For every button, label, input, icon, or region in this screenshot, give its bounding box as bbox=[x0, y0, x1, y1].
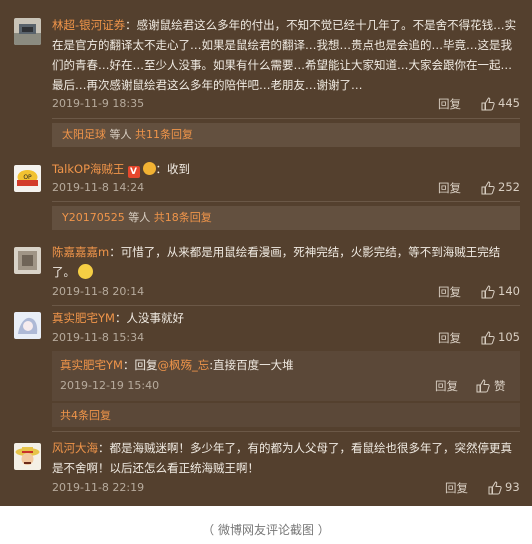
avatar[interactable] bbox=[14, 443, 41, 470]
like-count: 105 bbox=[498, 330, 520, 344]
comment-separator: ： bbox=[125, 18, 137, 32]
comment-username[interactable]: TalkOP海贼王 bbox=[52, 162, 125, 176]
comment-date: 2019-11-8 22:19 bbox=[52, 481, 145, 494]
comment-text-block: TalkOP海贼王 V ：收到 bbox=[52, 159, 520, 179]
nested-reply-button[interactable]: 回复 bbox=[435, 378, 458, 394]
reply-summary-bar[interactable]: Y20170525 等人 共18条回复 bbox=[52, 206, 520, 230]
avatar[interactable] bbox=[14, 312, 41, 339]
reply-summary-middle: 等人 bbox=[106, 128, 135, 141]
thumbs-up-icon[interactable] bbox=[481, 331, 495, 345]
more-replies-link[interactable]: 共4条回复 bbox=[60, 407, 111, 423]
comment-body: 都是海贼迷啊！多少年了，有的都为人父母了，看鼠绘也很多年了，突然停更真是不舍啊！… bbox=[52, 441, 512, 475]
avatar[interactable] bbox=[14, 18, 41, 45]
nested-reply-username[interactable]: 真实肥宅YM bbox=[60, 358, 123, 372]
comment-date: 2019-11-8 14:24 bbox=[52, 181, 145, 194]
comment-username[interactable]: 林超-银河证券 bbox=[52, 18, 125, 32]
verified-v-icon: V bbox=[127, 166, 140, 178]
reply-summary-user[interactable]: 太阳足球 bbox=[62, 128, 106, 141]
reply-summary-user[interactable]: Y20170525 bbox=[62, 211, 125, 224]
comment-username[interactable]: 陈嘉嘉嘉m bbox=[52, 245, 109, 259]
comment-body: 人没事就好 bbox=[126, 311, 184, 325]
divider bbox=[52, 305, 520, 306]
nested-reply-text: 真实肥宅YM：回复@枫殇_忘:直接百度一大堆 bbox=[60, 356, 510, 374]
nested-reply-mention[interactable]: @枫殇_忘 bbox=[157, 358, 209, 372]
like-count: 93 bbox=[505, 480, 520, 494]
thumbs-up-icon[interactable] bbox=[481, 181, 495, 195]
comment-text-block: 陈嘉嘉嘉m：可惜了，从来都是用鼠绘看漫画，死神完结，火影完结，等不到海贼王完结了… bbox=[52, 242, 520, 282]
emoji-icon bbox=[78, 264, 93, 279]
comment-body: 收到 bbox=[167, 162, 191, 176]
comment-date: 2019-11-9 18:35 bbox=[52, 97, 145, 110]
reply-button[interactable]: 回复 bbox=[438, 180, 461, 196]
comment-text-block: 林超-银河证券：感谢鼠绘君这么多年的付出，不知不觉已经十几年了。不是舍不得花钱…… bbox=[52, 15, 520, 95]
divider bbox=[52, 201, 520, 202]
comment-text-block: 风河大海：都是海贼迷啊！多少年了，有的都为人父母了，看鼠绘也很多年了，突然停更真… bbox=[52, 438, 520, 478]
like-count: 252 bbox=[498, 180, 520, 194]
comment-separator: ： bbox=[155, 162, 168, 176]
comment-date: 2019-11-8 15:34 bbox=[52, 331, 145, 344]
like-count: 140 bbox=[498, 284, 520, 298]
divider bbox=[52, 118, 520, 119]
nested-reply-body: :直接百度一大堆 bbox=[209, 358, 294, 372]
comment-date: 2019-11-8 20:14 bbox=[52, 285, 145, 298]
image-caption: （ 微博网友评论截图 ） bbox=[202, 523, 330, 537]
thumbs-up-icon[interactable] bbox=[488, 481, 502, 495]
reply-button[interactable]: 回复 bbox=[445, 480, 468, 496]
reply-button[interactable]: 回复 bbox=[438, 96, 461, 112]
comment-text-block: 真实肥宅YM：人没事就好 bbox=[52, 308, 520, 328]
thumbs-up-icon[interactable] bbox=[481, 285, 495, 299]
reply-summary-count[interactable]: 共18条回复 bbox=[154, 211, 212, 224]
reply-summary-count[interactable]: 共11条回复 bbox=[135, 128, 193, 141]
nested-reply: 真实肥宅YM：回复@枫殇_忘:直接百度一大堆 2019-12-19 15:40 … bbox=[52, 351, 520, 401]
avatar[interactable] bbox=[14, 247, 41, 274]
reply-button[interactable]: 回复 bbox=[438, 284, 461, 300]
avatar[interactable]: OP bbox=[14, 165, 41, 192]
thumbs-up-icon[interactable] bbox=[481, 97, 495, 111]
nested-reply-date: 2019-12-19 15:40 bbox=[60, 379, 160, 392]
thumbs-up-icon[interactable] bbox=[476, 379, 490, 393]
reply-summary-middle: 等人 bbox=[124, 211, 154, 224]
more-replies-bar[interactable]: 共4条回复 bbox=[52, 403, 520, 427]
reply-summary-bar[interactable]: 太阳足球 等人 共11条回复 bbox=[52, 123, 520, 147]
comment-username[interactable]: 真实肥宅YM bbox=[52, 311, 115, 325]
nested-reply-prefix: ：回复 bbox=[122, 358, 158, 372]
like-count: 445 bbox=[498, 96, 520, 110]
comment-username[interactable]: 风河大海 bbox=[52, 441, 98, 455]
divider bbox=[52, 431, 520, 432]
comment-panel: 林超-银河证券：感谢鼠绘君这么多年的付出，不知不觉已经十几年了。不是舍不得花钱…… bbox=[0, 0, 532, 506]
member-badge-icon bbox=[142, 162, 156, 175]
svg-text:OP: OP bbox=[23, 174, 32, 181]
comment-separator: ： bbox=[98, 441, 110, 455]
comment-separator: ： bbox=[109, 245, 121, 259]
comment-separator: ： bbox=[114, 311, 127, 325]
reply-button[interactable]: 回复 bbox=[438, 330, 461, 346]
nested-like-label[interactable]: 赞 bbox=[494, 378, 506, 394]
